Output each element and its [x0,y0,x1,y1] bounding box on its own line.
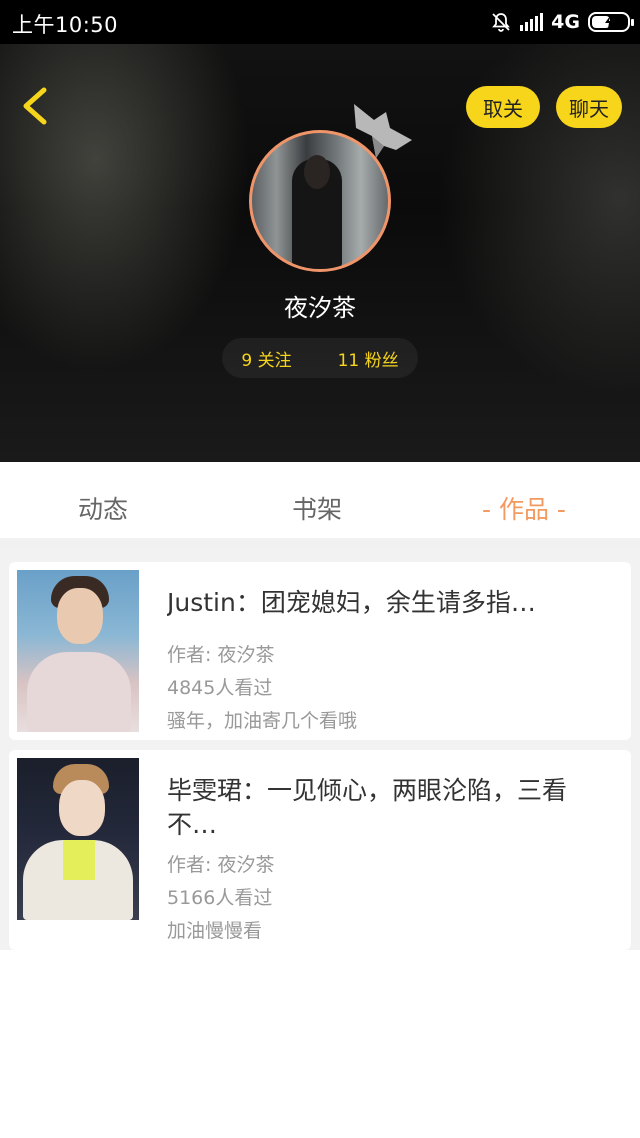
username: 夜汐茶 [284,294,356,322]
profile-header: 上午10:50 4G 取关 聊天 夜汐茶 9 关注 11 粉丝 [0,0,640,462]
chevron-left-icon [23,87,47,125]
hd-signal-icon [520,13,544,31]
work-title: 毕雯珺：一见倾心，两眼沦陷，三看不… [167,776,568,839]
following-count[interactable]: 9 关注 [241,346,291,371]
tab-updates[interactable]: 动态 [78,490,128,526]
tab-works[interactable]: - 作品 - [482,490,566,526]
list-item[interactable]: Justin：团宠媳妇，余生请多指… 作者: 夜汐茶 4845人看过 骚年，加油… [9,562,631,740]
back-button[interactable] [14,84,58,128]
work-author: 作者: 夜汐茶 [167,854,275,876]
unfollow-button[interactable]: 取关 [466,86,540,128]
avatar[interactable] [249,130,391,272]
status-time: 上午10:50 [12,13,119,37]
work-author: 作者: 夜汐茶 [167,644,275,666]
chat-button[interactable]: 聊天 [556,86,622,128]
battery-charging-icon [588,12,634,32]
profile-tabs: 动态 书架 - 作品 - [0,462,640,550]
work-description: 骚年，加油寄几个看哦 [167,710,358,732]
work-views: 4845人看过 [167,677,273,699]
follow-stats: 9 关注 11 粉丝 [222,338,418,378]
status-icons: 4G [490,8,634,36]
work-views: 5166人看过 [167,887,273,909]
cover-image [17,570,139,732]
work-description: 加油慢慢看 [167,920,263,942]
works-list: Justin：团宠媳妇，余生请多指… 作者: 夜汐茶 4845人看过 骚年，加油… [0,550,640,950]
work-title: Justin：团宠媳妇，余生请多指… [167,588,536,617]
status-bar: 上午10:50 4G [0,0,640,44]
followers-count[interactable]: 11 粉丝 [338,346,399,371]
list-item[interactable]: 毕雯珺：一见倾心，两眼沦陷，三看不… 作者: 夜汐茶 5166人看过 加油慢慢看 [9,750,631,950]
network-type: 4G [551,11,580,33]
tab-bookshelf[interactable]: 书架 [292,490,342,526]
cover-image [17,758,139,920]
mute-bell-icon [492,13,511,32]
profile-page: 上午10:50 4G 取关 聊天 夜汐茶 9 关注 11 粉丝 动态 书架 - … [0,0,640,1138]
